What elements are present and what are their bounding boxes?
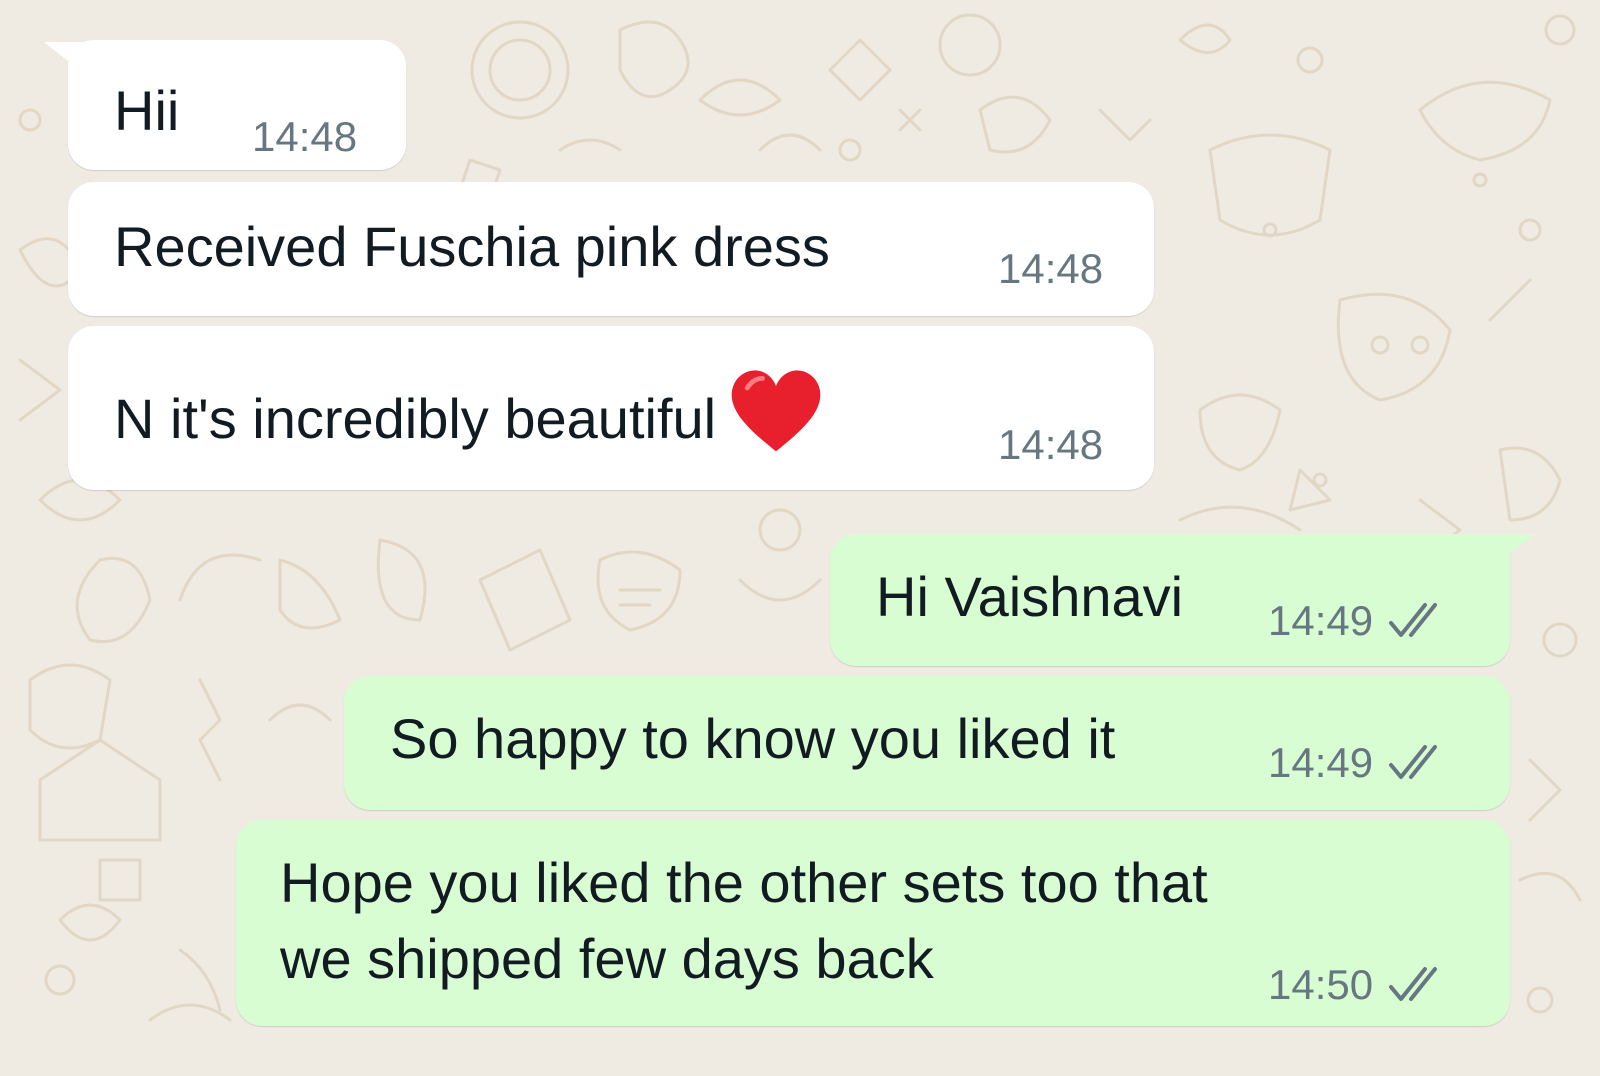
message-bubble-outgoing[interactable]: So happy to know you liked it 14:49 [344, 676, 1510, 810]
message-meta: 14:48 [998, 244, 1103, 294]
message-bubble-outgoing[interactable]: Hi Vaishnavi 14:49 [830, 534, 1510, 666]
message-timestamp: 14:50 [1268, 961, 1374, 1008]
message-timestamp: 14:48 [998, 421, 1104, 468]
message-bubble-outgoing[interactable]: Hope you liked the other sets too that w… [236, 820, 1510, 1026]
message-bubble-incoming[interactable]: Hii 14:48 [68, 40, 406, 170]
message-text: N it's incredibly beautiful [114, 368, 824, 456]
message-text: So happy to know you liked it [390, 707, 1116, 770]
message-meta: 14:48 [998, 420, 1103, 470]
double-tick-icon [1389, 745, 1438, 779]
heart-icon [731, 370, 821, 452]
message-meta: 14:48 [252, 112, 357, 162]
message-timestamp: 14:49 [1268, 597, 1374, 644]
message-text: Hii [114, 79, 180, 142]
message-bubble-incoming[interactable]: Received Fuschia pink dress 14:48 [68, 182, 1154, 316]
message-timestamp: 14:48 [998, 245, 1104, 292]
message-text-line-2: we shipped few days back [280, 927, 934, 990]
message-meta: 14:49 [1268, 596, 1451, 646]
double-tick-icon [1389, 967, 1438, 1001]
message-meta: 14:49 [1268, 738, 1451, 788]
message-text-line-1: Hope you liked the other sets too that [280, 851, 1208, 914]
message-text: Hi Vaishnavi [876, 565, 1184, 628]
double-tick-icon [1389, 603, 1438, 637]
message-timestamp: 14:49 [1268, 739, 1374, 786]
message-text: Received Fuschia pink dress [114, 215, 830, 278]
message-timestamp: 14:48 [252, 113, 358, 160]
message-bubble-incoming[interactable]: N it's incredibly beautiful 14:48 [68, 326, 1154, 490]
message-meta: 14:50 [1268, 960, 1451, 1010]
message-text-content: N it's incredibly beautiful [114, 387, 717, 450]
